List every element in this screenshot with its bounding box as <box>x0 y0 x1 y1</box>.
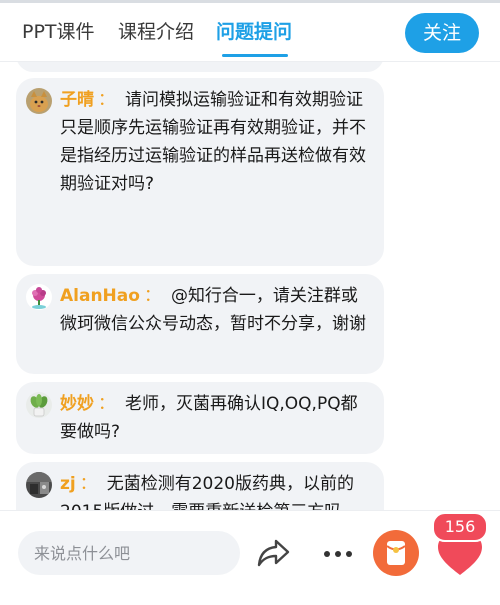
comment-colon: ： <box>98 90 115 110</box>
list-item[interactable]: AlanHao： @知行合一，请关注群或微珂微信公众号动态，暂时不分享，谢谢 <box>16 274 384 374</box>
avatar[interactable] <box>26 472 52 498</box>
list-item <box>16 62 384 72</box>
list-item[interactable]: zj：无菌检测有2020版药典，以前的2015版做过，需要重新送检第三方吗 <box>16 462 384 510</box>
like-count-badge: 156 <box>432 512 488 542</box>
flower-avatar-icon <box>26 284 52 310</box>
comment-list[interactable]: 子晴：请问模拟运输验证和有效期验证只是顺序先运输验证再有效期验证，并不是指经历过… <box>0 62 500 510</box>
comment-text: 子晴：请问模拟运输验证和有效期验证只是顺序先运输验证再有效期验证，并不是指经历过… <box>60 86 374 198</box>
comment-username[interactable]: AlanHao <box>60 286 140 306</box>
comment-input[interactable] <box>18 531 240 575</box>
cat-avatar-icon <box>26 88 52 114</box>
red-packet-icon <box>373 530 419 576</box>
photo-avatar-icon <box>26 472 52 498</box>
more-dots-icon <box>324 551 352 557</box>
avatar[interactable] <box>26 392 52 418</box>
avatar[interactable] <box>26 88 52 114</box>
tab-course-intro[interactable]: 课程介绍 <box>118 17 194 44</box>
tab-ppt-courseware[interactable]: PPT课件 <box>22 17 95 44</box>
comment-text: 妙妙：老师，灭菌再确认IQ,OQ,PQ都要做吗? <box>60 390 374 446</box>
comment-colon: ： <box>98 394 115 414</box>
share-icon <box>257 539 290 567</box>
avatar[interactable] <box>26 284 52 310</box>
red-packet-button[interactable] <box>372 529 420 577</box>
comment-colon: ： <box>79 474 97 494</box>
follow-button[interactable]: 关注 <box>405 13 479 53</box>
comment-text: AlanHao： @知行合一，请关注群或微珂微信公众号动态，暂时不分享，谢谢 <box>60 282 374 338</box>
tab-bar: PPT课件 课程介绍 问题提问 关注 <box>0 3 500 62</box>
plant-avatar-icon <box>26 392 52 418</box>
list-item[interactable]: 子晴：请问模拟运输验证和有效期验证只是顺序先运输验证再有效期验证，并不是指经历过… <box>16 78 384 266</box>
comment-username[interactable]: zj <box>60 474 76 494</box>
comment-text: zj：无菌检测有2020版药典，以前的2015版做过，需要重新送检第三方吗 <box>60 470 374 510</box>
comment-colon: ： <box>143 286 161 306</box>
more-button[interactable] <box>318 535 358 571</box>
comment-username[interactable]: 子晴 <box>60 90 94 110</box>
comment-body: 无菌检测有2020版药典，以前的2015版做过，需要重新送检第三方吗 <box>60 474 354 510</box>
list-item[interactable]: 妙妙：老师，灭菌再确认IQ,OQ,PQ都要做吗? <box>16 382 384 454</box>
tab-questions[interactable]: 问题提问 <box>216 17 292 44</box>
bottom-action-bar <box>0 510 500 605</box>
active-tab-indicator <box>222 54 288 57</box>
share-button[interactable] <box>254 535 294 571</box>
comment-username[interactable]: 妙妙 <box>60 394 94 414</box>
